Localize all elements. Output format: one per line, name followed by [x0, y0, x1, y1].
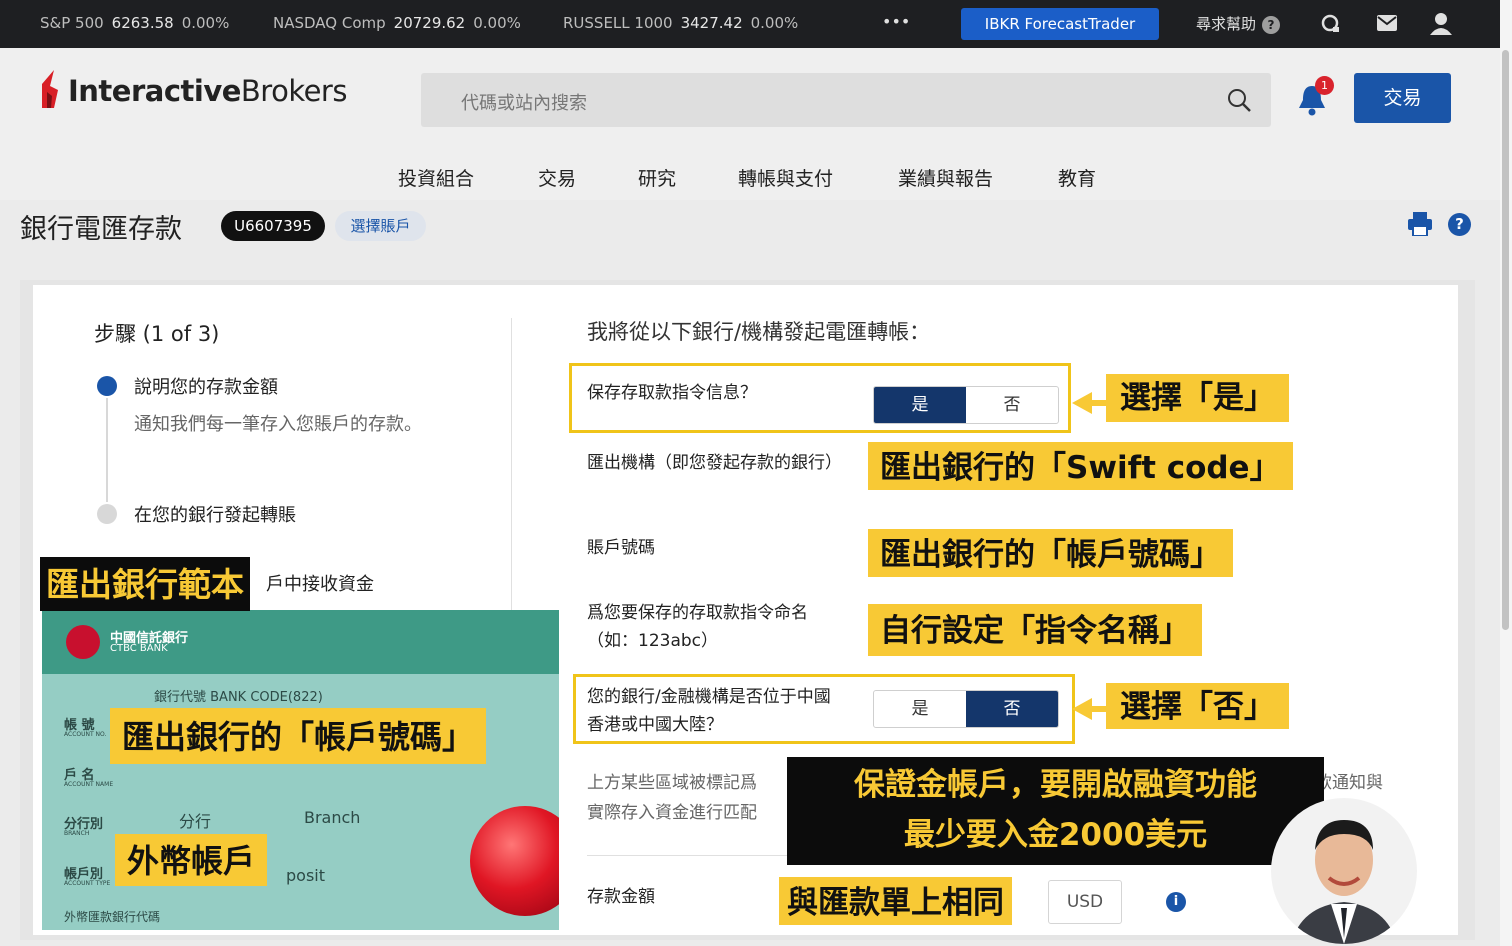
trade-button[interactable]: 交易: [1354, 73, 1451, 123]
separator: [587, 855, 797, 856]
note-left: 上方某些區域被標記爲: [587, 773, 757, 793]
nav-trade[interactable]: 交易: [538, 164, 576, 191]
ticker-name: NASDAQ Comp: [273, 14, 386, 32]
hk-china-toggle[interactable]: 是 否: [873, 690, 1059, 728]
nav-performance-reports[interactable]: 業績與報告: [898, 164, 993, 191]
bank-name-en: CTBC BANK: [110, 643, 168, 654]
card-type-value: posit: [286, 866, 325, 885]
margin-line-2: 最少要入金2000美元: [903, 817, 1208, 853]
logo-text-bold: Interactive: [68, 74, 241, 108]
card-branch-label-en: BRANCH: [64, 830, 90, 837]
nav-education[interactable]: 教育: [1058, 164, 1096, 191]
annotation-same-as-slip: 與匯款單上相同: [779, 877, 1012, 925]
step-1-description: 通知我們每一筆存入您賬戶的存款。: [134, 414, 422, 435]
mail-icon[interactable]: [1377, 15, 1397, 31]
card-branch-en: Branch: [304, 808, 361, 827]
card-type-label-en: ACCOUNT TYPE: [64, 880, 111, 887]
chat-icon[interactable]: [1320, 13, 1342, 35]
institution-label: 匯出機構（即您發起存款的銀行）: [587, 453, 842, 473]
save-instructions-label: 保存存取款指令信息？: [587, 383, 757, 403]
question-icon: ?: [1262, 16, 1281, 34]
select-account-button[interactable]: 選擇賬戶: [335, 211, 426, 241]
flame-logo-icon: [42, 70, 58, 108]
arrow-left-icon: [1072, 392, 1092, 414]
annotation-swift: 匯出銀行的「Swift code」: [868, 442, 1293, 490]
page-title: 銀行電匯存款: [20, 214, 182, 245]
logo-text-regular: Brokers: [240, 74, 348, 108]
save-no-option[interactable]: 否: [966, 387, 1058, 423]
ticker-change: 0.00%: [473, 14, 521, 32]
step-2-label: 在您的銀行發起轉賬: [134, 505, 296, 526]
annotation-template-title: 匯出銀行範本: [40, 557, 250, 611]
step-1-dot: [97, 376, 117, 396]
ticker-item[interactable]: S&P 500 6263.58 0.00%: [40, 14, 229, 32]
annotation-foreign-account: 外幣帳戶: [115, 834, 268, 886]
print-icon[interactable]: [1408, 212, 1432, 236]
note-right: 款通知與: [1315, 773, 1383, 793]
annotation-account-number: 匯出銀行的「帳戶號碼」: [868, 529, 1233, 577]
save-instructions-toggle[interactable]: 是 否: [873, 386, 1059, 424]
search-input[interactable]: 代碼或站內搜索: [421, 73, 1271, 127]
ticker-change: 0.00%: [181, 14, 230, 32]
nav-portfolio[interactable]: 投資組合: [398, 164, 474, 191]
save-yes-option[interactable]: 是: [874, 387, 966, 423]
presenter-avatar: [1271, 798, 1417, 944]
bank-code: 銀行代號 BANK CODE(822): [154, 690, 323, 705]
hk-no-option[interactable]: 否: [966, 691, 1058, 727]
ticker-value: 3427.42: [680, 14, 743, 32]
annotation-margin-account: 保證金帳戶，要開啟融資功能 最少要入金2000美元: [787, 757, 1324, 865]
ib-logo[interactable]: InteractiveBrokers: [40, 70, 348, 108]
card-branch-cn: 分行: [179, 812, 212, 831]
ticker-name: S&P 500: [40, 14, 104, 32]
person-icon: [1291, 820, 1397, 944]
step-2-dot: [97, 504, 117, 524]
notification-badge: 1: [1315, 76, 1334, 95]
arrow-left-icon: [1072, 698, 1092, 720]
ticker-name: RUSSELL 1000: [563, 14, 673, 32]
ticker-change: 0.00%: [750, 14, 799, 32]
forecast-trader-button[interactable]: IBKR ForecastTrader: [961, 8, 1159, 40]
card-account-label-en: ACCOUNT NO.: [64, 731, 107, 738]
instruction-name-label: 爲您要保存的存取款指令命名（如：123abc）: [587, 603, 808, 651]
search-placeholder: 代碼或站內搜索: [461, 93, 587, 114]
user-icon[interactable]: [1430, 12, 1452, 35]
info-icon[interactable]: i: [1166, 892, 1186, 912]
help-link[interactable]: 尋求幫助?: [1196, 13, 1281, 34]
help-circle-icon[interactable]: ?: [1448, 213, 1471, 236]
more-menu-button[interactable]: •••: [882, 12, 910, 31]
nav-research[interactable]: 研究: [638, 164, 676, 191]
search-icon[interactable]: [1227, 88, 1251, 112]
ticker-item[interactable]: RUSSELL 1000 3427.42 0.00%: [563, 14, 798, 32]
help-label: 尋求幫助: [1196, 15, 1257, 33]
hk-yes-option[interactable]: 是: [874, 691, 966, 727]
annotation-instruction-name: 自行設定「指令名稱」: [868, 604, 1202, 656]
form-heading: 我將從以下銀行/機構發起電匯轉帳：: [587, 320, 931, 344]
scrollbar-thumb[interactable]: [1502, 50, 1509, 630]
account-id-badge: U6607395: [221, 211, 325, 241]
annotation-card-account-number: 匯出銀行的「帳戶號碼」: [110, 708, 487, 764]
annotation-choose-yes: 選擇「是」: [1106, 374, 1289, 422]
card-footer: 外幣匯款銀行代碼: [64, 910, 161, 924]
amount-label: 存款金額: [587, 887, 655, 907]
step-3-label: 戶中接收資金: [266, 574, 374, 595]
nav-transfer-pay[interactable]: 轉帳與支付: [738, 164, 833, 191]
currency-field[interactable]: USD: [1048, 880, 1122, 924]
hk-china-label: 您的銀行/金融機構是否位于中國香港或中國大陸？: [587, 687, 831, 735]
ctbc-logo-icon: [66, 625, 100, 659]
step-connector: [106, 398, 108, 502]
bank-card-header: 中國信託銀行 CTBC BANK: [42, 610, 559, 674]
annotation-choose-no: 選擇「否」: [1106, 683, 1289, 729]
red-ball-graphic: [470, 806, 559, 916]
step-1-label: 說明您的存款金額: [134, 377, 278, 398]
margin-line-1: 保證金帳戶，要開啟融資功能: [854, 767, 1257, 803]
note-left-2: 實際存入資金進行匹配: [587, 803, 757, 823]
steps-title: 步驟 (1 of 3): [94, 322, 220, 346]
account-number-label: 賬戶號碼: [587, 538, 655, 558]
ticker-item[interactable]: NASDAQ Comp 20729.62 0.00%: [273, 14, 521, 32]
ticker-bar: S&P 500 6263.58 0.00% NASDAQ Comp 20729.62 0…: [0, 0, 1500, 48]
card-name-label-en: ACCOUNT NAME: [64, 781, 114, 788]
ticker-value: 6263.58: [111, 14, 174, 32]
ticker-value: 20729.62: [393, 14, 466, 32]
